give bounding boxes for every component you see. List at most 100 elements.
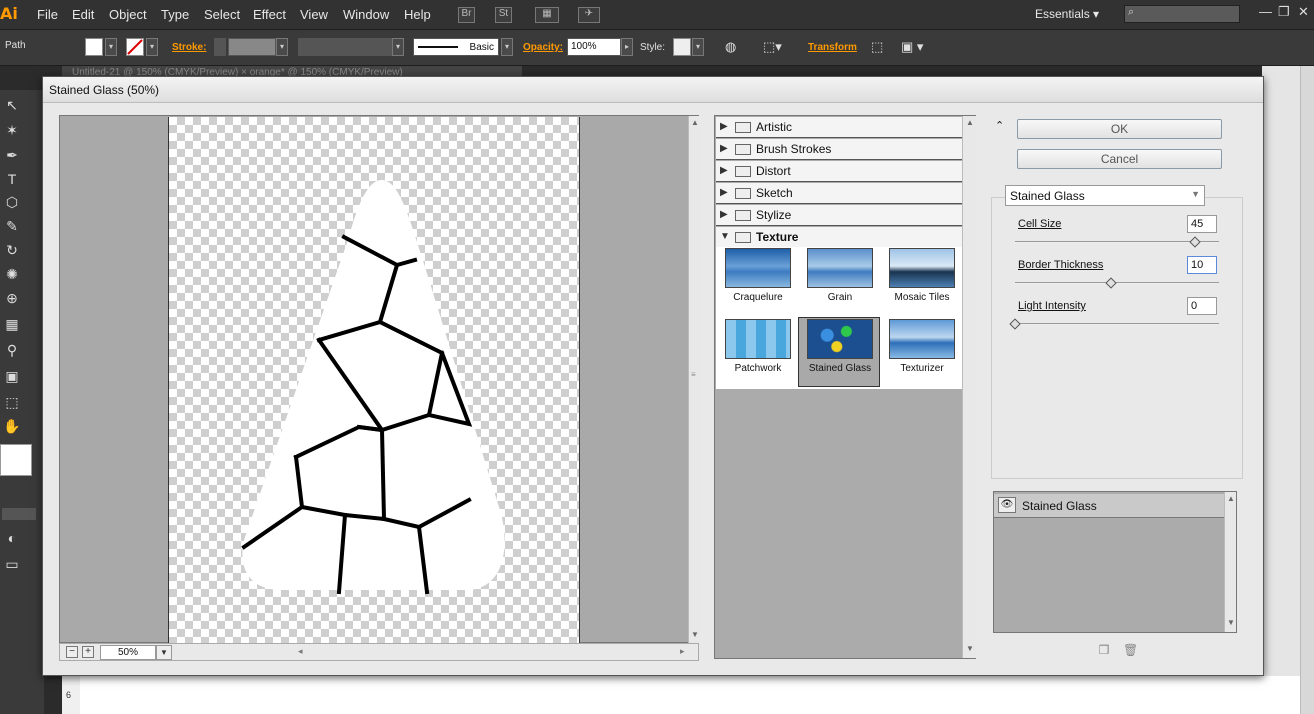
opacity-arrow[interactable]: ▸ xyxy=(621,38,633,56)
color-mode-buttons[interactable] xyxy=(2,508,36,520)
document-vertical-scrollbar[interactable] xyxy=(1300,66,1314,714)
stroke-label[interactable]: Stroke: xyxy=(172,42,206,53)
opacity-label[interactable]: Opacity: xyxy=(523,42,563,53)
magic-wand-icon[interactable]: ✶ xyxy=(2,120,22,140)
preview-horizontal-scrollbar[interactable]: ◂ ▸ xyxy=(296,645,696,659)
close-button[interactable]: ✕ xyxy=(1298,4,1309,20)
light-intensity-slider[interactable] xyxy=(1015,323,1219,325)
zoom-in-button[interactable]: + xyxy=(82,646,94,658)
thumb-craquelure[interactable]: Craquelure xyxy=(717,247,799,317)
fill-swatch[interactable] xyxy=(85,38,103,56)
category-distort[interactable]: ▶ Distort xyxy=(716,161,962,182)
category-sketch[interactable]: ▶ Sketch xyxy=(716,183,962,204)
eyedropper-icon[interactable]: ⚲ xyxy=(2,340,22,360)
search-input[interactable]: ⌕ xyxy=(1124,5,1240,23)
thumb-mosaic-tiles[interactable]: Mosaic Tiles xyxy=(881,247,963,317)
zoom-out-button[interactable]: − xyxy=(66,646,78,658)
fill-stroke-swatch[interactable] xyxy=(0,444,32,476)
menu-type[interactable]: Type xyxy=(161,7,189,22)
scroll-up-icon[interactable]: ▲ xyxy=(966,118,974,127)
artboard-tool-icon[interactable]: ⬚ xyxy=(2,392,22,412)
zoom-dropdown[interactable]: ▼ xyxy=(156,645,172,660)
style-dropdown[interactable]: ▾ xyxy=(692,38,704,56)
scroll-down-icon[interactable]: ▼ xyxy=(966,644,974,653)
selection-tool-icon[interactable]: ↖ xyxy=(2,95,22,115)
shape-tool-icon[interactable]: ⬡ xyxy=(2,192,22,212)
menu-view[interactable]: View xyxy=(300,7,328,22)
hand-tool-icon[interactable]: ✋ xyxy=(2,416,22,436)
rotate-tool-icon[interactable]: ↻ xyxy=(2,240,22,260)
profile-dropdown[interactable]: ▾ xyxy=(392,38,404,56)
fill-dropdown[interactable]: ▾ xyxy=(105,38,117,56)
mesh-tool-icon[interactable]: ▦ xyxy=(2,314,22,334)
menu-effect[interactable]: Effect xyxy=(253,7,286,22)
restore-button[interactable]: ❐ xyxy=(1278,4,1290,20)
thumb-grain[interactable]: Grain xyxy=(799,247,881,317)
border-thickness-slider[interactable] xyxy=(1015,282,1219,284)
effect-layer-row[interactable]: 👁 Stained Glass xyxy=(994,494,1224,518)
scroll-up-icon[interactable]: ▲ xyxy=(1227,494,1235,503)
collapse-gallery-icon[interactable]: ⌃ xyxy=(995,119,1004,132)
cell-size-field[interactable]: 45 xyxy=(1187,215,1217,233)
arrange-documents-icon[interactable]: ▦ xyxy=(535,7,559,23)
thumb-stained-glass[interactable]: Stained Glass xyxy=(798,317,880,387)
stock-button[interactable]: St xyxy=(495,7,512,23)
brush-definition[interactable]: Basic xyxy=(413,38,499,56)
shape-builder-icon[interactable]: ⊕ xyxy=(2,288,22,308)
pencil-tool-icon[interactable]: ✎ xyxy=(2,216,22,236)
brush-dropdown[interactable]: ▾ xyxy=(501,38,513,56)
zoom-field[interactable]: 50% xyxy=(100,645,156,660)
scroll-down-icon[interactable]: ▼ xyxy=(691,630,699,639)
stroke-weight-dropdown[interactable]: ▾ xyxy=(276,38,288,56)
preview-canvas[interactable] xyxy=(168,117,580,643)
delete-effect-layer-icon[interactable]: 🗑 xyxy=(1123,643,1138,657)
transform-link[interactable]: Transform xyxy=(808,42,857,53)
type-tool-icon[interactable]: T xyxy=(2,169,22,189)
scroll-left-icon[interactable]: ◂ xyxy=(298,646,303,657)
workspace-switcher[interactable]: Essentials ▾ xyxy=(1035,7,1099,21)
isolate-icon[interactable]: ⬚ xyxy=(871,39,883,55)
filter-select[interactable]: Stained Glass ▼ xyxy=(1005,185,1205,206)
scroll-up-icon[interactable]: ▲ xyxy=(691,118,699,127)
screen-mode-icon[interactable]: ▭ xyxy=(2,554,22,574)
cancel-button[interactable]: Cancel xyxy=(1017,149,1222,169)
gpu-performance-icon[interactable]: ✈ xyxy=(578,7,600,23)
scroll-down-icon[interactable]: ▼ xyxy=(1227,618,1235,627)
align-to-icon[interactable]: ⬚▾ xyxy=(763,39,782,55)
stroke-stepper[interactable] xyxy=(214,38,226,56)
graphic-style-swatch[interactable] xyxy=(673,38,691,56)
border-thickness-field[interactable]: 10 xyxy=(1187,256,1217,274)
menu-edit[interactable]: Edit xyxy=(72,7,94,22)
minimize-button[interactable]: — xyxy=(1259,4,1272,19)
stroke-weight-field[interactable] xyxy=(228,38,276,56)
menu-file[interactable]: File xyxy=(37,7,58,22)
recolor-artwork-icon[interactable]: ◍ xyxy=(725,39,736,55)
stroke-dropdown[interactable]: ▾ xyxy=(146,38,158,56)
menu-object[interactable]: Object xyxy=(109,7,147,22)
pen-tool-icon[interactable]: ✒ xyxy=(2,145,22,165)
opacity-field[interactable]: 100% xyxy=(567,38,621,56)
filter-list-scrollbar[interactable]: ▲ ▼ xyxy=(962,116,976,658)
warp-tool-icon[interactable]: ✺ xyxy=(2,264,22,284)
symbol-sprayer-icon[interactable]: ▣ xyxy=(2,366,22,386)
category-stylize[interactable]: ▶ Stylize xyxy=(716,205,962,226)
bridge-button[interactable]: Br xyxy=(458,7,475,23)
ok-button[interactable]: OK xyxy=(1017,119,1222,139)
category-brush-strokes[interactable]: ▶ Brush Strokes xyxy=(716,139,962,160)
category-artistic[interactable]: ▶ Artistic xyxy=(716,117,962,138)
draw-mode-icon[interactable]: ◐ xyxy=(2,528,22,548)
panel-menu-icon[interactable]: ▣ ▾ xyxy=(901,39,923,55)
effect-layers-scrollbar[interactable]: ▲ ▼ xyxy=(1224,492,1236,632)
new-effect-layer-icon[interactable]: ❒ xyxy=(1097,643,1111,657)
category-texture[interactable]: ▼ Texture xyxy=(716,227,962,248)
menu-window[interactable]: Window xyxy=(343,7,389,22)
variable-width-profile[interactable] xyxy=(298,38,392,56)
light-intensity-field[interactable]: 0 xyxy=(1187,297,1217,315)
thumb-texturizer[interactable]: Texturizer xyxy=(881,318,963,388)
preview-vertical-scrollbar[interactable]: ▲ ≡ ▼ xyxy=(688,116,700,644)
thumb-patchwork[interactable]: Patchwork xyxy=(717,318,799,388)
stroke-swatch[interactable] xyxy=(126,38,144,56)
eye-icon[interactable]: 👁 xyxy=(998,497,1016,513)
menu-select[interactable]: Select xyxy=(204,7,240,22)
scroll-right-icon[interactable]: ▸ xyxy=(680,646,685,657)
